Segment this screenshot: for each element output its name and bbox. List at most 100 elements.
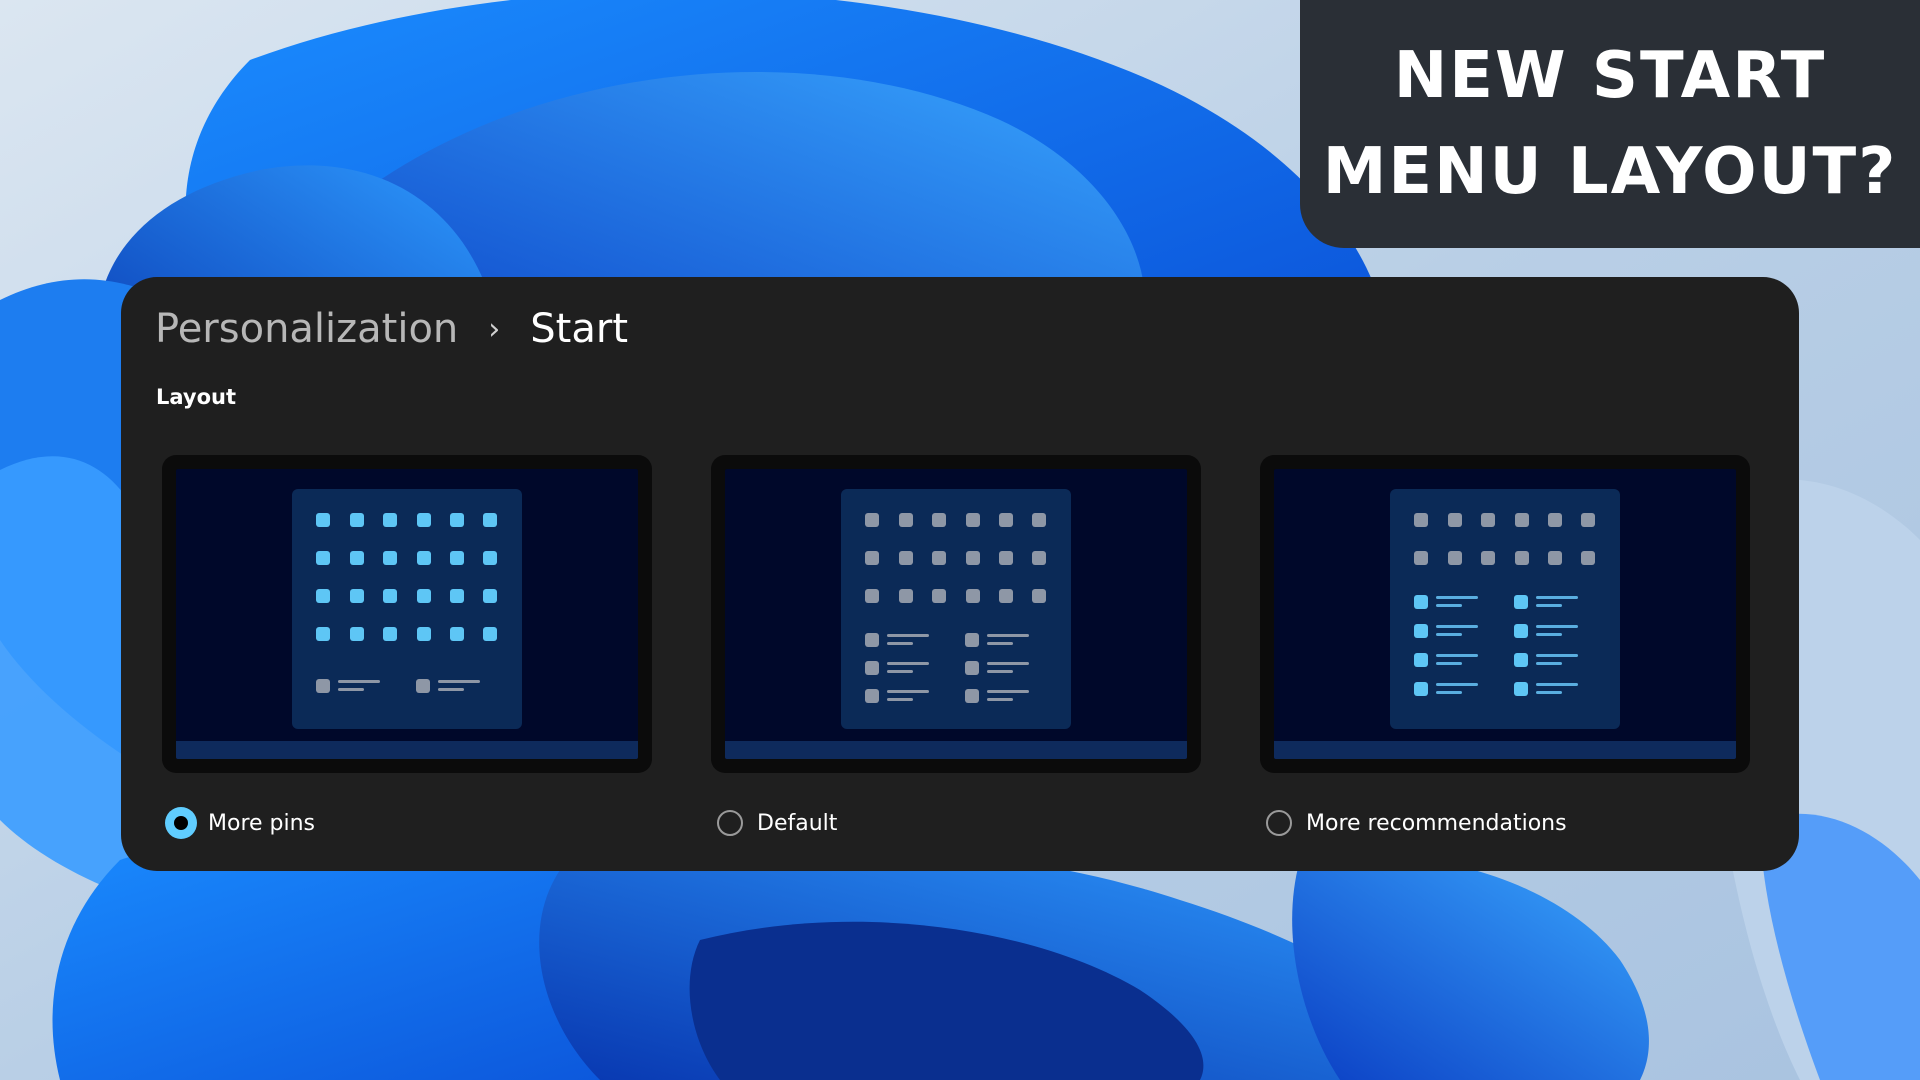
- banner-line-2: MENU LAYOUT?: [1322, 135, 1898, 209]
- pin-tile-icon: [932, 589, 946, 603]
- pin-tile-icon: [383, 513, 397, 527]
- start-menu-preview: [292, 489, 522, 729]
- pin-tile-icon: [865, 689, 879, 703]
- pin-tile-icon: [1581, 551, 1595, 565]
- more-pins-radio[interactable]: [165, 807, 197, 839]
- more-recommendations-radio-row[interactable]: More recommendations: [1266, 805, 1567, 841]
- breadcrumb-start: Start: [530, 306, 628, 352]
- pin-tile-icon: [865, 513, 879, 527]
- recommendation-line: [1436, 633, 1462, 636]
- recommendation-line: [1536, 604, 1562, 607]
- recommendation-line: [1536, 596, 1578, 599]
- default-preview-card[interactable]: [711, 455, 1201, 773]
- more-pins-label[interactable]: More pins: [208, 811, 315, 836]
- recommendation-line: [1536, 691, 1562, 694]
- pin-tile-icon: [865, 633, 879, 647]
- layout-option-more-pins[interactable]: More pins: [162, 455, 652, 839]
- default-radio[interactable]: [717, 810, 743, 836]
- pin-tile-icon: [932, 551, 946, 565]
- pin-tile-icon: [999, 551, 1013, 565]
- pin-tile-icon: [1032, 513, 1046, 527]
- pin-tile-icon: [350, 627, 364, 641]
- pin-tile-icon: [383, 551, 397, 565]
- breadcrumb-personalization[interactable]: Personalization: [155, 306, 458, 352]
- pin-tile-icon: [1514, 595, 1528, 609]
- pin-tile-icon: [1515, 551, 1529, 565]
- pin-tile-icon: [1514, 624, 1528, 638]
- recommendation-line: [438, 688, 464, 691]
- recommendation-line: [987, 634, 1029, 637]
- preview-screen: [1274, 469, 1736, 759]
- pin-tile-icon: [999, 589, 1013, 603]
- recommendation-line: [987, 670, 1013, 673]
- pin-tile-icon: [483, 589, 497, 603]
- pin-tile-icon: [1515, 513, 1529, 527]
- pin-tile-icon: [450, 513, 464, 527]
- more-recommendations-preview-card[interactable]: [1260, 455, 1750, 773]
- recommendation-line: [338, 688, 364, 691]
- pin-tile-icon: [417, 513, 431, 527]
- recommendation-line: [887, 690, 929, 693]
- pin-tile-icon: [1414, 595, 1428, 609]
- recommendation-line: [887, 634, 929, 637]
- recommendation-line: [1536, 625, 1578, 628]
- title-banner: NEW START MENU LAYOUT?: [1300, 0, 1920, 248]
- pin-tile-icon: [316, 627, 330, 641]
- pin-tile-icon: [1448, 513, 1462, 527]
- banner-line-1: NEW START: [1393, 39, 1827, 113]
- recommendation-line: [1436, 691, 1462, 694]
- pin-tile-icon: [1481, 513, 1495, 527]
- pin-tile-icon: [865, 589, 879, 603]
- pin-tile-icon: [316, 551, 330, 565]
- pin-tile-icon: [899, 513, 913, 527]
- pin-tile-icon: [417, 551, 431, 565]
- recommendation-line: [987, 662, 1029, 665]
- pin-tile-icon: [383, 589, 397, 603]
- breadcrumb: Personalization › Start: [155, 297, 628, 361]
- recommendation-line: [1536, 633, 1562, 636]
- taskbar-preview: [725, 741, 1187, 759]
- default-radio-row[interactable]: Default: [717, 805, 837, 841]
- pin-tile-icon: [450, 627, 464, 641]
- recommendation-line: [1436, 683, 1478, 686]
- pin-tile-icon: [966, 551, 980, 565]
- recommendation-line: [1436, 662, 1462, 665]
- pin-tile-icon: [1448, 551, 1462, 565]
- recommendation-line: [887, 670, 913, 673]
- layout-option-more-recommendations[interactable]: More recommendations: [1260, 455, 1750, 836]
- pin-tile-icon: [966, 589, 980, 603]
- recommendation-line: [1436, 604, 1462, 607]
- more-pins-radio-row[interactable]: More pins: [165, 805, 315, 841]
- preview-screen: [176, 469, 638, 759]
- pin-tile-icon: [965, 661, 979, 675]
- pin-tile-icon: [1548, 513, 1562, 527]
- more-recommendations-label[interactable]: More recommendations: [1306, 811, 1567, 836]
- pin-tile-icon: [899, 589, 913, 603]
- pin-tile-icon: [316, 589, 330, 603]
- more-recommendations-radio[interactable]: [1266, 810, 1292, 836]
- pin-tile-icon: [416, 679, 430, 693]
- default-label[interactable]: Default: [757, 811, 837, 836]
- recommendation-line: [987, 642, 1013, 645]
- pin-tile-icon: [965, 633, 979, 647]
- start-menu-preview: [1390, 489, 1620, 729]
- more-pins-preview-card[interactable]: [162, 455, 652, 773]
- taskbar-preview: [176, 741, 638, 759]
- pin-tile-icon: [450, 589, 464, 603]
- pin-tile-icon: [417, 627, 431, 641]
- pin-tile-icon: [483, 551, 497, 565]
- pin-tile-icon: [865, 551, 879, 565]
- pin-tile-icon: [316, 679, 330, 693]
- pin-tile-icon: [1581, 513, 1595, 527]
- recommendation-line: [1436, 654, 1478, 657]
- pin-tile-icon: [450, 551, 464, 565]
- recommendation-line: [887, 642, 913, 645]
- pin-tile-icon: [1548, 551, 1562, 565]
- pin-tile-icon: [350, 589, 364, 603]
- recommendation-line: [438, 680, 480, 683]
- preview-screen: [725, 469, 1187, 759]
- recommendation-line: [887, 698, 913, 701]
- pin-tile-icon: [1414, 682, 1428, 696]
- pin-tile-icon: [483, 513, 497, 527]
- layout-option-default[interactable]: Default: [711, 455, 1201, 836]
